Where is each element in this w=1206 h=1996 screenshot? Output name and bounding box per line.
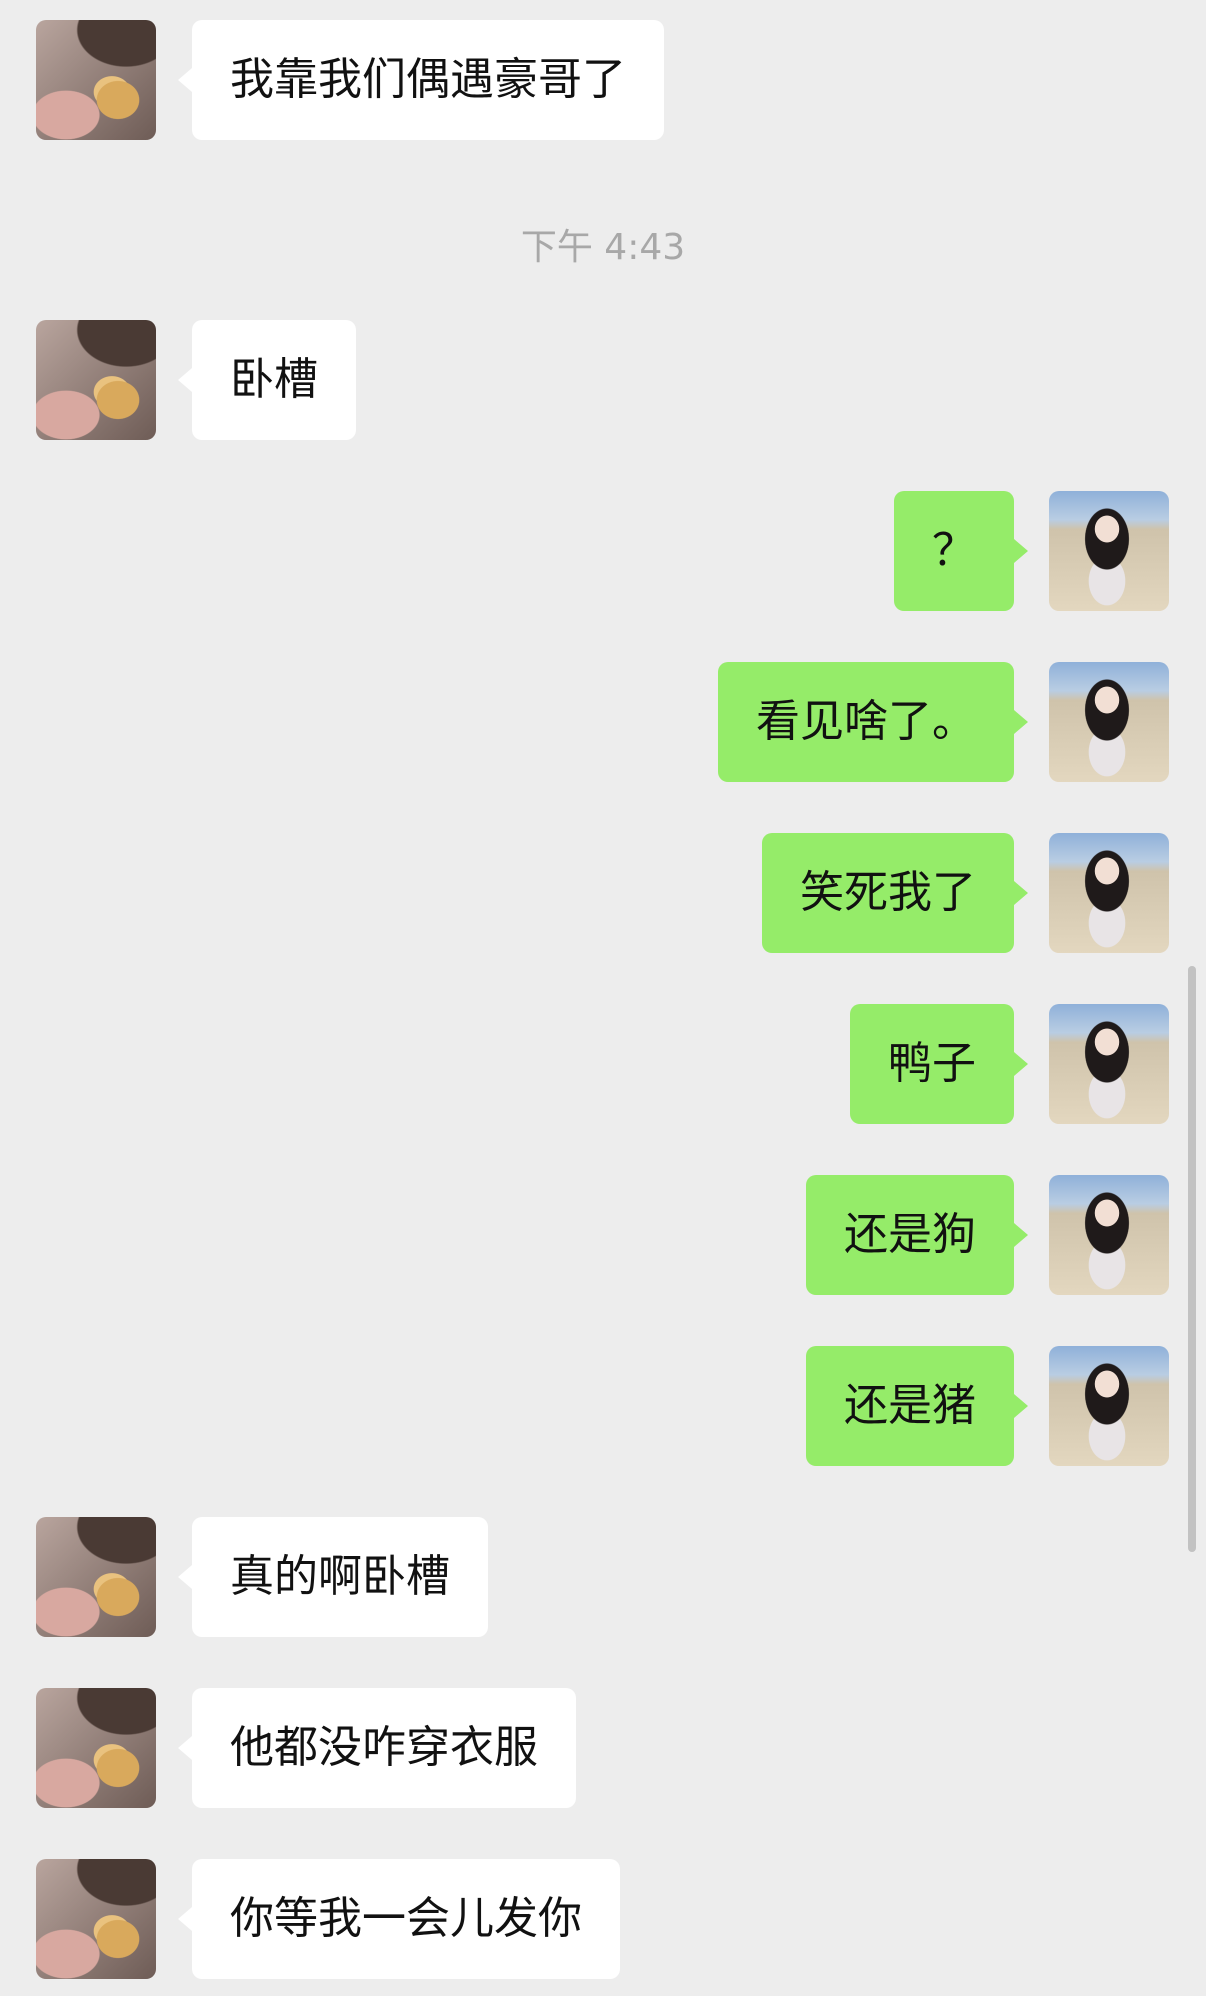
self-avatar[interactable] (1049, 1175, 1169, 1295)
message-bubble-incoming[interactable]: 真的啊卧槽 (178, 1517, 488, 1637)
message-row-outgoing: 还是狗 (0, 1175, 1206, 1295)
message-row-incoming: 我靠我们偶遇豪哥了 (0, 20, 1206, 140)
friend-avatar[interactable] (36, 1517, 156, 1637)
message-bubble-incoming[interactable]: 你等我一会儿发你 (178, 1859, 620, 1979)
message-row-outgoing: 鸭子 (0, 1004, 1206, 1124)
message-bubble-outgoing[interactable]: 还是猪 (806, 1346, 1028, 1466)
message-timestamp: 下午 4:43 (520, 227, 686, 268)
message-row-outgoing: 笑死我了 (0, 833, 1206, 953)
message-bubble-incoming[interactable]: 我靠我们偶遇豪哥了 (178, 20, 664, 140)
self-avatar[interactable] (1049, 491, 1169, 611)
message-bubble-outgoing[interactable]: 鸭子 (850, 1004, 1028, 1124)
message-bubble-outgoing[interactable]: ？ (894, 491, 1028, 611)
friend-avatar[interactable] (36, 1688, 156, 1808)
message-bubble-incoming[interactable]: 他都没咋穿衣服 (178, 1688, 576, 1808)
friend-avatar[interactable] (36, 320, 156, 440)
self-avatar[interactable] (1049, 1004, 1169, 1124)
message-bubble-incoming[interactable]: 卧槽 (178, 320, 356, 440)
chat-message-list[interactable]: 我靠我们偶遇豪哥了 下午 4:43 卧槽 ？ 看见啥了。 笑死我了 鸭子 还是狗… (0, 0, 1206, 1996)
message-bubble-outgoing[interactable]: 还是狗 (806, 1175, 1028, 1295)
self-avatar[interactable] (1049, 833, 1169, 953)
message-row-outgoing: ？ (0, 491, 1206, 611)
scrollbar-thumb[interactable] (1188, 966, 1196, 1552)
friend-avatar[interactable] (36, 20, 156, 140)
message-bubble-outgoing[interactable]: 笑死我了 (762, 833, 1028, 953)
friend-avatar[interactable] (36, 1859, 156, 1979)
self-avatar[interactable] (1049, 1346, 1169, 1466)
self-avatar[interactable] (1049, 662, 1169, 782)
message-row-outgoing: 还是猪 (0, 1346, 1206, 1466)
message-row-incoming: 卧槽 (0, 320, 1206, 440)
message-bubble-outgoing[interactable]: 看见啥了。 (718, 662, 1028, 782)
message-row-incoming: 你等我一会儿发你 (0, 1859, 1206, 1979)
message-row-incoming: 他都没咋穿衣服 (0, 1688, 1206, 1808)
message-row-outgoing: 看见啥了。 (0, 662, 1206, 782)
message-row-incoming: 真的啊卧槽 (0, 1517, 1206, 1637)
